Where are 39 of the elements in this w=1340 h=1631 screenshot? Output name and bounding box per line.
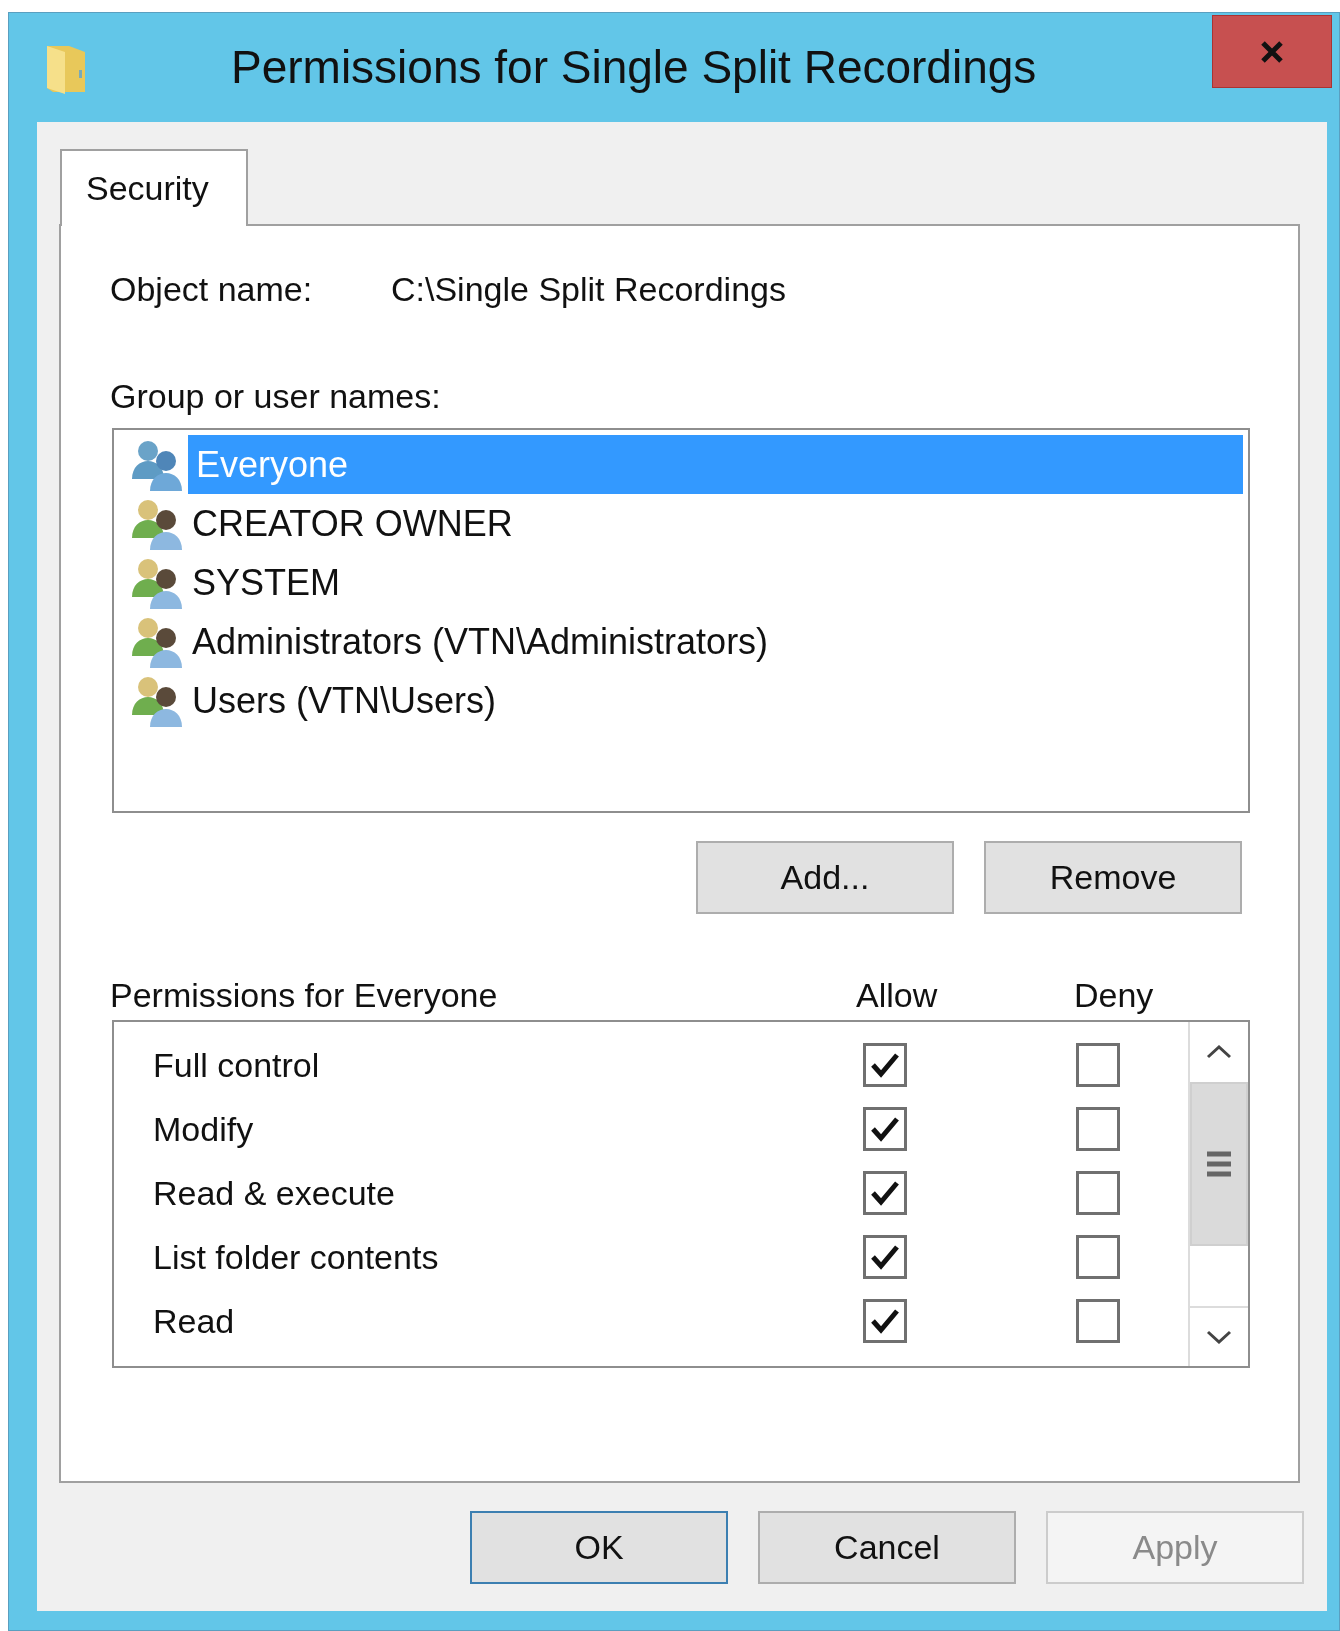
deny-checkbox[interactable] (1076, 1107, 1120, 1151)
allow-checkbox[interactable] (863, 1043, 907, 1087)
allow-heading: Allow (856, 975, 939, 1014)
object-name-value: C:\Single Split Recordings (391, 269, 786, 310)
close-icon (1260, 39, 1284, 64)
permission-name: Read (152, 1300, 236, 1342)
deny-checkbox[interactable] (1076, 1235, 1120, 1279)
window-title: Permissions for Single Split Recordings (231, 40, 1037, 95)
group-list-label: Group or user names: (109, 376, 442, 417)
permission-name: Modify (152, 1108, 255, 1150)
grip-icon (1206, 1150, 1232, 1178)
allow-checkbox[interactable] (863, 1235, 907, 1279)
dialog-button[interactable]: OK (470, 1511, 728, 1584)
group-list-item[interactable]: CREATOR OWNER (188, 494, 1243, 553)
dialog-button[interactable]: Remove (984, 841, 1242, 914)
deny-checkbox[interactable] (1076, 1299, 1120, 1343)
allow-checkbox[interactable] (863, 1171, 907, 1215)
permission-name: List folder contents (152, 1236, 440, 1278)
object-name-label: Object name: (110, 269, 314, 310)
group-list-item[interactable]: Users (VTN\Users) (188, 671, 1243, 730)
group-list-item[interactable]: SYSTEM (188, 553, 1243, 612)
deny-heading: Deny (1074, 975, 1154, 1014)
deny-checkbox[interactable] (1076, 1171, 1120, 1215)
allow-checkbox[interactable] (863, 1299, 907, 1343)
permission-name: Read & execute (152, 1172, 396, 1214)
chevron-up-icon (1206, 1045, 1232, 1059)
tab[interactable]: Security (60, 149, 248, 226)
permissions-label: Permissions for Everyone (110, 975, 499, 1014)
chevron-down-icon (1206, 1330, 1232, 1344)
permission-name: Full control (152, 1044, 321, 1086)
close-button[interactable] (1212, 15, 1332, 88)
scroll-thumb[interactable] (1190, 1082, 1248, 1246)
deny-checkbox[interactable] (1076, 1043, 1120, 1087)
group-list[interactable]: Everyone CREATOR OWNER SYSTEM Administrators (VTN\Administrators) Users (VTN\Users) (112, 428, 1250, 813)
group-list-item[interactable]: Administrators (VTN\Administrators) (188, 612, 1243, 671)
scrollbar[interactable] (1188, 1022, 1248, 1366)
dialog-button[interactable]: Cancel (758, 1511, 1016, 1584)
allow-checkbox[interactable] (863, 1107, 907, 1151)
dialog-button[interactable]: Add... (696, 841, 954, 914)
